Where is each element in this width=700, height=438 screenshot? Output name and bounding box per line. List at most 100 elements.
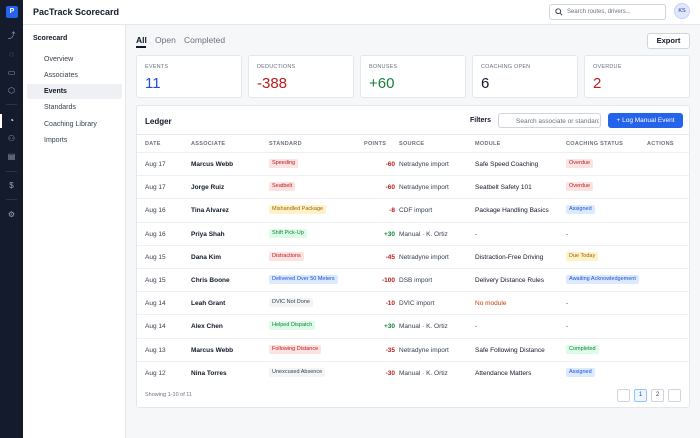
log-manual-event-button[interactable]: + Log Manual Event — [608, 113, 683, 128]
page-1-button[interactable]: 1 — [634, 389, 647, 402]
row-associate[interactable]: Jorge Ruiz — [191, 184, 224, 191]
row-module[interactable]: Delivery Distance Rules — [475, 277, 544, 284]
rail-active-indicator — [0, 114, 2, 128]
coaching-status-text: - — [566, 300, 569, 308]
ledger-title: Ledger — [145, 117, 172, 126]
column-header-standard[interactable]: STANDARD — [269, 141, 302, 147]
row-module[interactable]: Seatbelt Safety 101 — [475, 184, 532, 191]
row-module[interactable]: No module — [475, 300, 506, 307]
row-points: -10 — [385, 300, 395, 308]
column-header-actions: ACTIONS — [647, 141, 674, 147]
row-date: Aug 17 — [145, 184, 166, 192]
coaching-status-text: - — [566, 230, 569, 238]
nav-item-standards[interactable]: Standards — [27, 100, 122, 115]
row-points: -60 — [385, 184, 395, 192]
row-source: Manual · K. Ortiz — [399, 323, 448, 331]
coaching-status-badge: Due Today — [566, 251, 599, 261]
prev-page-button[interactable] — [617, 389, 630, 402]
column-header-date[interactable]: DATE — [145, 141, 161, 147]
tab-completed[interactable]: Completed — [184, 35, 225, 45]
standard-badge: Helped Dispatch — [269, 321, 316, 331]
routes-icon[interactable]: ⤴ — [7, 31, 16, 40]
table-row[interactable]: Aug 16 Priya Shah Shift Pick-Up +30 Manual ·… — [137, 221, 689, 245]
messages-icon[interactable]: ◌ — [7, 50, 16, 59]
row-source: Netradyne import — [399, 184, 449, 192]
standard-badge: DVIC Not Done — [269, 298, 313, 308]
row-associate[interactable]: Leah Grant — [191, 300, 225, 307]
nav-title: Scorecard — [33, 35, 68, 42]
row-module[interactable]: Distraction-Free Driving — [475, 254, 543, 261]
summary-card-deductions: DEDUCTIONS -388 — [248, 55, 354, 98]
column-header-points[interactable]: POINTS — [364, 141, 386, 147]
inbox-icon[interactable]: ▭ — [7, 68, 16, 77]
row-module[interactable]: Safe Following Distance — [475, 347, 545, 354]
row-module[interactable]: - — [475, 323, 477, 330]
card-value: -388 — [257, 75, 288, 92]
table-row[interactable]: Aug 17 Jorge Ruiz Seatbelt -60 Netradyne imp… — [137, 175, 689, 198]
row-associate[interactable]: Alex Chen — [191, 323, 223, 330]
coaching-status-badge: Awaiting Acknowledgement — [566, 275, 639, 284]
dollar-icon[interactable]: $ — [7, 181, 16, 190]
table-row[interactable]: Aug 15 Chris Boone Delivered Over 50 Meter… — [137, 268, 689, 291]
nav-item-coaching-library[interactable]: Coaching Library — [27, 117, 122, 132]
search-placeholder: Search routes, drivers... — [567, 9, 631, 15]
nav-item-associates[interactable]: Associates — [27, 68, 122, 83]
row-associate[interactable]: Priya Shah — [191, 231, 225, 238]
app-title: PacTrack Scorecard — [33, 7, 120, 17]
section-nav: Scorecard Overview Associates Events Sta… — [23, 25, 126, 438]
row-source: Netradyne import — [399, 253, 449, 261]
table-row[interactable]: Aug 13 Marcus Webb Following Distance -35 Ne… — [137, 337, 689, 361]
standard-badge: Speeding — [269, 159, 299, 168]
app-logo[interactable]: P — [6, 6, 18, 18]
settings-icon[interactable]: ⚙ — [7, 210, 16, 219]
tab-all[interactable]: All — [136, 35, 147, 45]
row-module[interactable]: - — [475, 231, 477, 238]
table-row[interactable]: Aug 12 Nina Torres Unexcused Absence -30 Man… — [137, 360, 689, 384]
ledger-search-input[interactable]: Search associate or standard — [498, 113, 601, 128]
row-module[interactable]: Package Handling Basics — [475, 207, 549, 214]
table-row[interactable]: Aug 17 Marcus Webb Speeding -60 Netradyne im… — [137, 152, 689, 175]
nav-item-overview[interactable]: Overview — [27, 52, 122, 67]
column-header-associate[interactable]: ASSOCIATE — [191, 141, 225, 147]
table-row[interactable]: Aug 14 Alex Chen Helped Dispatch +30 Manual … — [137, 314, 689, 337]
row-source: Manual · K. Ortiz — [399, 230, 448, 238]
row-associate[interactable]: Marcus Webb — [191, 161, 233, 168]
rail-divider — [6, 104, 17, 105]
gauge-icon[interactable]: ◔ — [7, 116, 16, 125]
table-row[interactable]: Aug 14 Leah Grant DVIC Not Done -10 DVIC imp… — [137, 291, 689, 314]
global-search-input[interactable]: Search routes, drivers... — [549, 4, 666, 20]
export-button[interactable]: Export — [647, 33, 690, 49]
table-row[interactable]: Aug 15 Dana Kim Distractions -45 Netradyne i… — [137, 244, 689, 268]
row-associate[interactable]: Tina Alvarez — [191, 207, 229, 214]
row-module[interactable]: Safe Speed Coaching — [475, 161, 538, 168]
row-points: -100 — [381, 277, 395, 284]
column-header-module[interactable]: MODULE — [475, 141, 501, 147]
active-tab-indicator — [136, 46, 146, 48]
page-2-button[interactable]: 2 — [651, 389, 664, 402]
column-header-coaching-status[interactable]: COACHING STATUS — [566, 141, 623, 147]
row-module[interactable]: Attendance Matters — [475, 370, 531, 377]
filters-button[interactable]: Filters — [470, 117, 491, 124]
row-source: CDF import — [399, 207, 433, 215]
box-icon[interactable]: ⬡ — [7, 86, 16, 95]
people-icon[interactable]: ⚇ — [7, 134, 16, 143]
row-associate[interactable]: Chris Boone — [191, 277, 230, 284]
tab-open[interactable]: Open — [155, 35, 176, 45]
row-points: -30 — [385, 369, 395, 377]
row-date: Aug 14 — [145, 323, 166, 331]
table-row[interactable]: Aug 16 Tina Alvarez Mishandled Package -8 CD… — [137, 198, 689, 221]
nav-item-imports[interactable]: Imports — [27, 133, 122, 148]
card-value: 11 — [145, 75, 161, 92]
user-avatar[interactable]: KS — [674, 3, 690, 19]
column-header-source[interactable]: SOURCE — [399, 141, 424, 147]
nav-item-events[interactable]: Events — [27, 84, 122, 99]
ledger-panel: Ledger Filters Search associate or stand… — [136, 105, 690, 408]
coaching-status-badge: Overdue — [566, 159, 594, 168]
clipboard-icon[interactable]: ▤ — [7, 152, 16, 161]
row-associate[interactable]: Marcus Webb — [191, 347, 233, 354]
row-associate[interactable]: Dana Kim — [191, 254, 221, 261]
row-associate[interactable]: Nina Torres — [191, 370, 227, 377]
rail-divider — [6, 199, 17, 200]
coaching-status-badge: Assigned — [566, 367, 595, 377]
next-page-button[interactable] — [668, 389, 681, 402]
